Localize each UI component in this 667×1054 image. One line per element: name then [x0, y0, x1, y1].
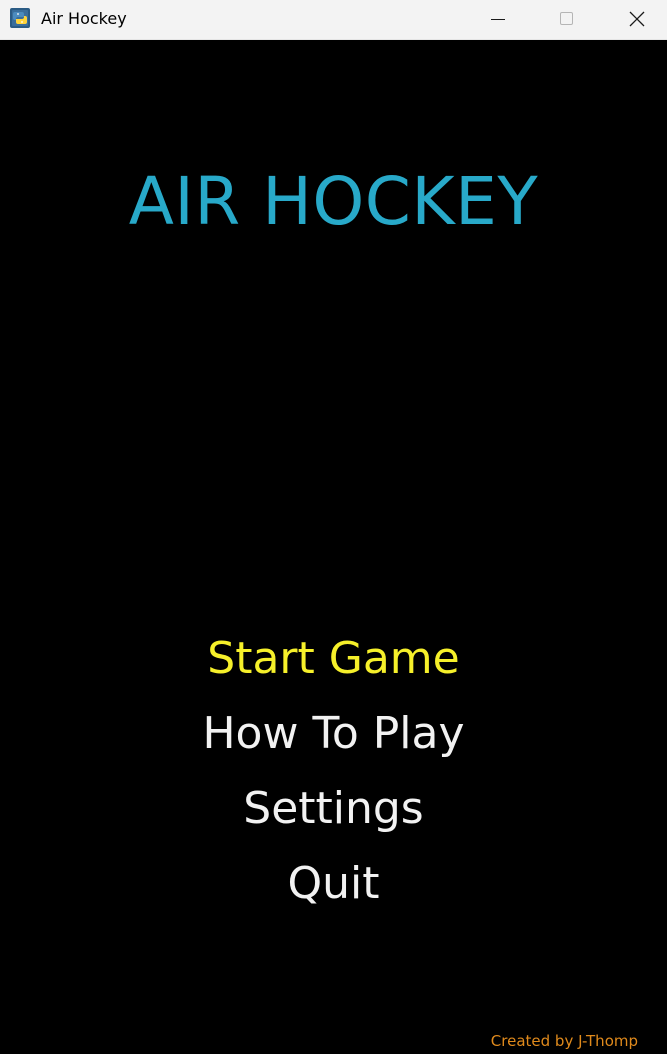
- minimize-icon: [491, 19, 505, 20]
- app-window: Air Hockey AIR HOCKEY Start Game How To …: [0, 0, 667, 1054]
- close-button[interactable]: [614, 0, 660, 40]
- game-canvas[interactable]: AIR HOCKEY Start Game How To Play Settin…: [0, 41, 667, 1054]
- close-icon: [629, 11, 645, 27]
- menu-item-settings[interactable]: Settings: [0, 779, 667, 839]
- credit-text: Created by J-Thomp: [490, 1032, 638, 1050]
- menu-item-quit[interactable]: Quit: [0, 854, 667, 914]
- menu-item-start-game[interactable]: Start Game: [0, 629, 667, 689]
- title-bar[interactable]: Air Hockey: [0, 0, 667, 40]
- maximize-icon: [560, 12, 573, 25]
- window-title: Air Hockey: [41, 9, 127, 28]
- minimize-button[interactable]: [475, 0, 521, 40]
- game-title: AIR HOCKEY: [128, 163, 539, 240]
- menu-item-how-to-play[interactable]: How To Play: [0, 704, 667, 764]
- maximize-button[interactable]: [543, 0, 589, 40]
- python-icon: [10, 8, 30, 28]
